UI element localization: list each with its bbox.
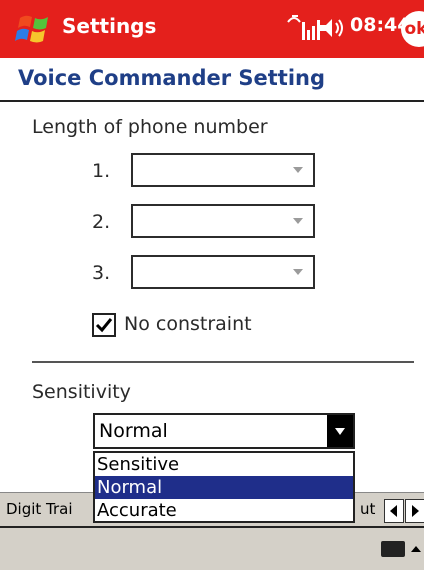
windows-logo-icon[interactable] bbox=[14, 9, 54, 49]
field-1-label: 1. bbox=[92, 160, 110, 182]
page-title: Voice Commander Setting bbox=[18, 66, 325, 90]
field-2-label: 2. bbox=[92, 211, 110, 233]
tab-digit-training[interactable]: Digit Trai bbox=[6, 500, 73, 518]
checkmark-icon bbox=[94, 315, 114, 335]
phone-length-combo-3[interactable] bbox=[131, 255, 315, 289]
chevron-down-icon bbox=[293, 167, 303, 173]
keyboard-icon[interactable] bbox=[381, 541, 405, 557]
speaker-icon[interactable] bbox=[318, 16, 348, 40]
command-bar bbox=[0, 526, 424, 570]
section-divider bbox=[32, 361, 414, 363]
ok-button-label: ok bbox=[405, 19, 424, 39]
sensitivity-dropdown-list: Sensitive Normal Accurate bbox=[93, 451, 355, 523]
title-bar: Settings 08:44 ok bbox=[0, 0, 424, 58]
tab-scroll-right-icon[interactable] bbox=[405, 499, 424, 523]
field-3-label: 3. bbox=[92, 262, 110, 284]
tab-scroll-left-icon[interactable] bbox=[384, 499, 404, 523]
option-sensitive[interactable]: Sensitive bbox=[95, 453, 353, 476]
dropdown-arrow-icon[interactable] bbox=[327, 415, 353, 447]
tab-about[interactable]: ut bbox=[360, 500, 375, 518]
chevron-down-icon bbox=[293, 218, 303, 224]
no-constraint-checkbox[interactable] bbox=[92, 313, 116, 337]
ok-button[interactable]: ok bbox=[401, 11, 424, 47]
phone-length-label: Length of phone number bbox=[32, 116, 268, 138]
no-constraint-label[interactable]: No constraint bbox=[124, 313, 252, 335]
option-normal[interactable]: Normal bbox=[95, 476, 353, 499]
sensitivity-label: Sensitivity bbox=[32, 381, 131, 403]
app-title: Settings bbox=[62, 14, 156, 38]
phone-length-combo-2[interactable] bbox=[131, 204, 315, 238]
option-accurate[interactable]: Accurate bbox=[95, 499, 353, 522]
antenna-icon[interactable] bbox=[282, 10, 322, 46]
chevron-down-icon bbox=[293, 269, 303, 275]
page-header: Voice Commander Setting bbox=[0, 58, 424, 102]
sensitivity-selected-value: Normal bbox=[99, 420, 168, 442]
sensitivity-select[interactable]: Normal bbox=[93, 413, 355, 449]
phone-length-combo-1[interactable] bbox=[131, 153, 315, 187]
input-menu-arrow-icon[interactable] bbox=[411, 546, 421, 552]
